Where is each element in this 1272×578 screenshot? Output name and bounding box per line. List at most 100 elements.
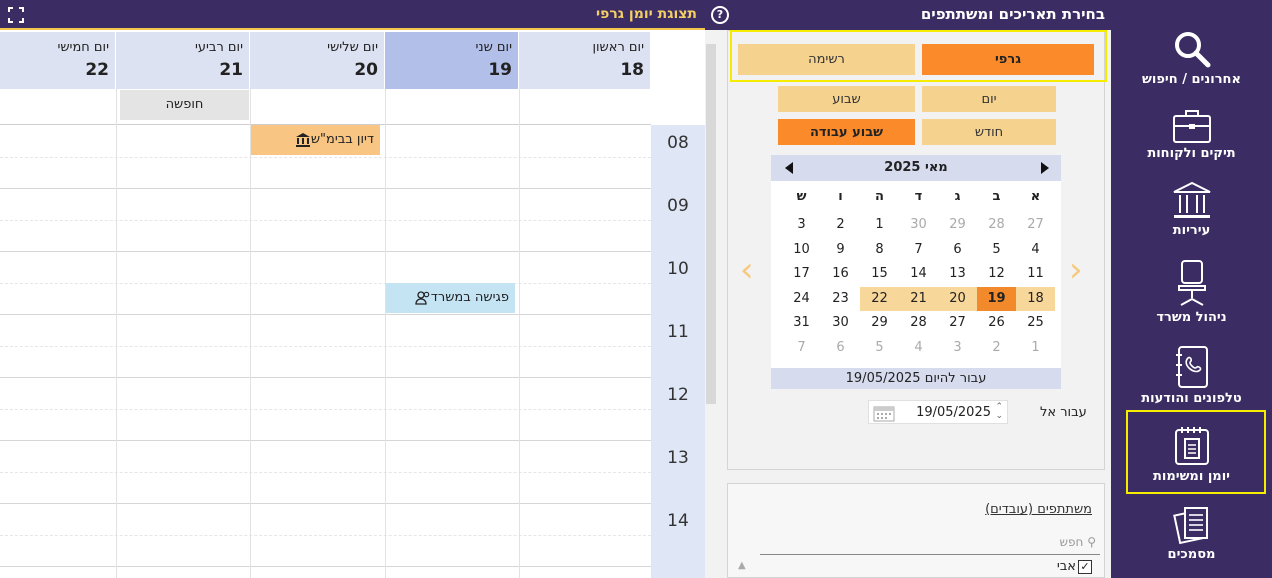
- day-column[interactable]: [250, 125, 251, 578]
- half-hour-line: [0, 409, 651, 410]
- calendar-day[interactable]: 27: [1016, 213, 1055, 237]
- day-name: יום רביעי: [194, 40, 243, 55]
- calendar-day[interactable]: 2: [821, 213, 860, 237]
- expand-icon[interactable]: [8, 7, 24, 23]
- nav-item-documents[interactable]: מסמכים: [1111, 505, 1272, 562]
- view-toggle-highlight: [730, 30, 1107, 82]
- day-name: יום ראשון: [592, 40, 644, 55]
- day-header-tuesday[interactable]: יום שלישי 20: [250, 32, 385, 89]
- calendar-day[interactable]: 5: [977, 238, 1016, 262]
- calendar-day[interactable]: 4: [1016, 238, 1055, 262]
- calendar-header: מאי 2025: [771, 155, 1061, 181]
- nav-label: אחרונים / חיפוש: [1142, 72, 1241, 87]
- calendar-day[interactable]: 10: [782, 238, 821, 262]
- hour-line: [0, 566, 651, 567]
- participant-item[interactable]: אבי ✓: [760, 558, 1100, 578]
- nav-item-municipalities[interactable]: עיריות: [1111, 181, 1272, 238]
- calendar-day[interactable]: 9: [821, 238, 860, 262]
- day-column[interactable]: [116, 125, 117, 578]
- calendar-day[interactable]: 15: [860, 262, 899, 286]
- calendar-day[interactable]: 28: [977, 213, 1016, 237]
- panel-scrollbar[interactable]: [706, 44, 716, 404]
- calendar-weekday-header: א: [1030, 189, 1041, 204]
- participant-search-input[interactable]: חפש ⚲: [760, 533, 1100, 555]
- calendar-day[interactable]: 1: [1016, 336, 1055, 360]
- calendar-day[interactable]: 18: [1016, 286, 1055, 311]
- calendar-day[interactable]: 26: [977, 311, 1016, 335]
- participants-link[interactable]: משתתפים (עובדים): [985, 502, 1092, 517]
- calendar-day[interactable]: 5: [860, 336, 899, 360]
- calendar-day[interactable]: 29: [938, 213, 977, 237]
- calendar-day[interactable]: 28: [899, 311, 938, 335]
- nav-item-office-management[interactable]: ניהול משרד: [1111, 258, 1272, 325]
- event-office-meeting[interactable]: פגישה במשרד: [386, 283, 515, 313]
- calendar-day[interactable]: 3: [782, 213, 821, 237]
- day-view-button[interactable]: יום: [922, 86, 1056, 112]
- calendar-day[interactable]: 30: [821, 311, 860, 335]
- participant-checkbox[interactable]: ✓: [1078, 560, 1092, 574]
- day-column[interactable]: [385, 125, 386, 578]
- holiday-event[interactable]: חופשה: [120, 90, 249, 120]
- nav-label: עיריות: [1172, 223, 1211, 238]
- nav-item-phones-messages[interactable]: טלפונים והודעות: [1111, 345, 1272, 406]
- calendar-day[interactable]: 29: [860, 311, 899, 335]
- day-name: יום שלישי: [327, 40, 378, 55]
- calendar-weekday-header: ג: [954, 189, 961, 204]
- day-header-sunday[interactable]: יום ראשון 18: [519, 32, 651, 89]
- calendar-day[interactable]: 7: [782, 336, 821, 360]
- calendar-day[interactable]: 8: [860, 238, 899, 262]
- event-court-hearing[interactable]: דיון בבימ"ש: [251, 125, 380, 155]
- calendar-day[interactable]: 7: [899, 238, 938, 262]
- calendar-day[interactable]: 21: [899, 286, 938, 311]
- calendar-day[interactable]: 17: [782, 262, 821, 286]
- calendar-day[interactable]: 14: [899, 262, 938, 286]
- go-to-today-link[interactable]: עבור להיום 19/05/2025: [771, 368, 1061, 389]
- calendar-day[interactable]: 27: [938, 311, 977, 335]
- list-scroll-up-icon[interactable]: ▲: [738, 560, 754, 578]
- date-spinner-icon[interactable]: ⌃ ⌄: [995, 403, 1003, 421]
- calendar-day[interactable]: 24: [782, 287, 821, 311]
- day-column[interactable]: [519, 125, 520, 578]
- calendar-day[interactable]: 4: [899, 336, 938, 360]
- calendar-day[interactable]: 12: [977, 262, 1016, 286]
- calendar-day[interactable]: 11: [1016, 262, 1055, 286]
- nav-label: מסמכים: [1167, 547, 1216, 562]
- hour-label: 13: [667, 448, 689, 468]
- prev-period-icon[interactable]: ‹: [740, 250, 754, 290]
- work-week-view-button[interactable]: שבוע עבודה: [778, 119, 915, 145]
- day-header-thursday[interactable]: יום חמישי 22: [0, 32, 116, 89]
- nav-label: ניהול משרד: [1156, 310, 1227, 325]
- calendar-day[interactable]: 6: [938, 238, 977, 262]
- calendar-day[interactable]: 22: [860, 286, 899, 311]
- calendar-day[interactable]: 1: [860, 213, 899, 237]
- calendar-day[interactable]: 3: [938, 336, 977, 360]
- day-header-wednesday[interactable]: יום רביעי 21: [116, 32, 250, 89]
- calendar-picker-icon[interactable]: [873, 404, 895, 422]
- calendar-day[interactable]: 25: [1016, 311, 1055, 335]
- nav-active-highlight: [1126, 410, 1266, 494]
- calendar-day[interactable]: 23: [821, 287, 860, 311]
- month-view-button[interactable]: חודש: [922, 119, 1056, 145]
- calendar-next-month-icon[interactable]: [1041, 162, 1049, 174]
- calendar-day[interactable]: 30: [899, 213, 938, 237]
- help-icon[interactable]: ?: [711, 6, 729, 24]
- calendar-day[interactable]: 6: [821, 336, 860, 360]
- next-period-icon[interactable]: ›: [1069, 250, 1083, 290]
- week-view-button[interactable]: שבוע: [778, 86, 915, 112]
- calendar-day[interactable]: 20: [938, 286, 977, 311]
- goto-date-input[interactable]: 19/05/2025 ⌃ ⌄: [868, 400, 1008, 424]
- calendar-weekday-header: ו: [838, 189, 843, 204]
- calendar-day[interactable]: 19: [977, 286, 1016, 311]
- nav-item-cases-clients[interactable]: תיקים ולקוחות: [1111, 108, 1272, 161]
- hour-line: [0, 440, 651, 441]
- calendar-day[interactable]: 31: [782, 311, 821, 335]
- calendar-day[interactable]: 13: [938, 262, 977, 286]
- half-hour-line: [0, 220, 651, 221]
- hour-label: 14: [667, 511, 689, 531]
- documents-icon: [1172, 507, 1208, 545]
- day-name: יום חמישי: [57, 40, 109, 55]
- calendar-day[interactable]: 2: [977, 336, 1016, 360]
- nav-item-recent-search[interactable]: אחרונים / חיפוש: [1111, 28, 1272, 87]
- calendar-day[interactable]: 16: [821, 262, 860, 286]
- day-header-monday[interactable]: יום שני 19: [385, 32, 519, 89]
